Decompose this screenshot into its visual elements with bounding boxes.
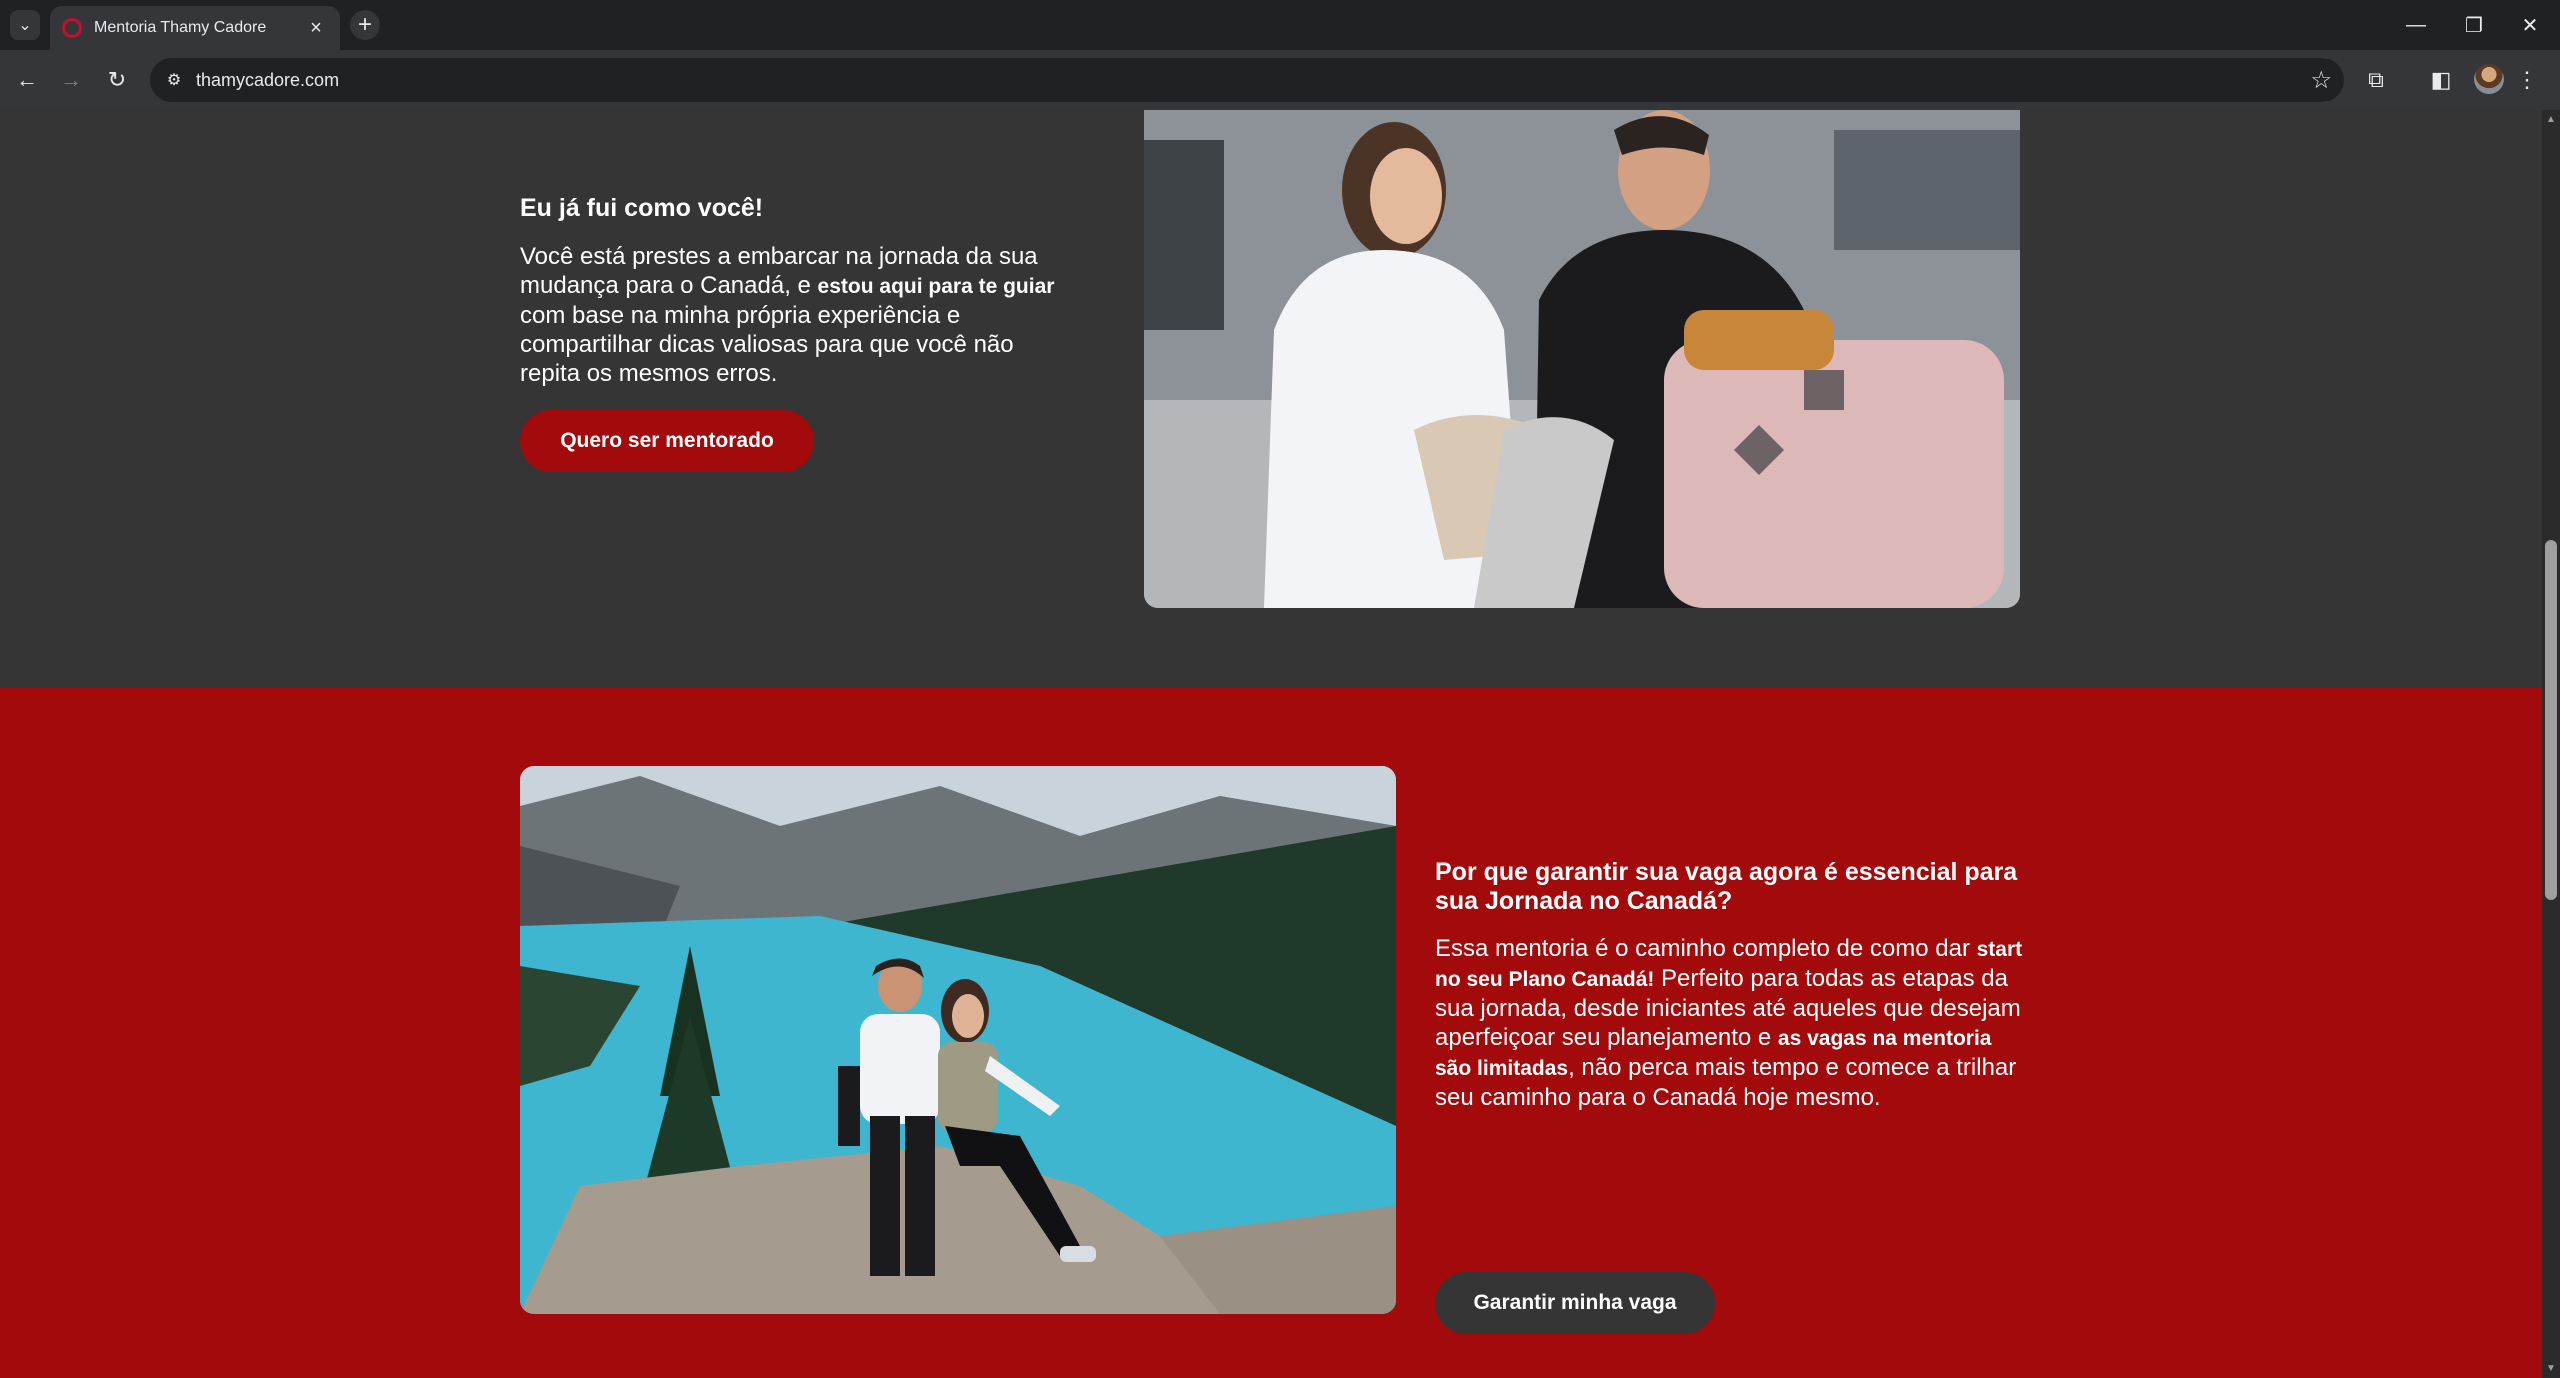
couple-airport-photo: [1144, 110, 2020, 608]
browser-toolbar: ← → ↻ ⚙ thamycadore.com ☆ ⧉ ◧ ⋮: [0, 50, 2560, 110]
new-tab-button[interactable]: +: [350, 10, 380, 40]
side-panel-icon[interactable]: ◧: [2426, 65, 2456, 95]
couple-airport-illustration: [1144, 110, 2020, 608]
address-bar[interactable]: ⚙ thamycadore.com ☆: [150, 58, 2344, 102]
why-heading: Por que garantir sua vaga agora é essenc…: [1435, 858, 2018, 915]
bookmark-star-icon[interactable]: ☆: [2310, 66, 2332, 95]
profile-avatar[interactable]: [2474, 64, 2504, 94]
close-window-button[interactable]: ✕: [2502, 0, 2558, 50]
arrow-right-icon: →: [60, 67, 82, 92]
forward-button[interactable]: →: [56, 65, 86, 95]
secure-spot-cta-button[interactable]: Garantir minha vaga: [1435, 1272, 1715, 1334]
about-text-bold: estou aqui para te guiar: [817, 275, 1055, 298]
back-button[interactable]: ←: [12, 65, 42, 95]
tab-search-button[interactable]: ⌄: [10, 10, 40, 40]
lake-couple-photo: [520, 766, 1396, 1314]
menu-kebab-icon[interactable]: ⋮: [2512, 65, 2542, 95]
extensions-icon[interactable]: ⧉: [2361, 65, 2391, 95]
about-heading: Eu já fui como você!: [520, 194, 764, 222]
about-text-part2: com base na minha própria experiência e …: [520, 302, 1014, 387]
section-about: Eu já fui como você! Você está prestes a…: [0, 110, 2542, 688]
close-icon[interactable]: ×: [304, 17, 328, 40]
favicon-icon: [62, 18, 82, 38]
mentored-cta-button[interactable]: Quero ser mentorado: [520, 410, 814, 472]
plus-icon: +: [357, 11, 372, 38]
tab-active[interactable]: Mentoria Thamy Cadore ×: [50, 6, 340, 50]
reload-icon: ↻: [107, 67, 127, 92]
tab-title: Mentoria Thamy Cadore: [94, 19, 267, 36]
why-text: Essa mentoria é o caminho completo de co…: [1435, 934, 2025, 1112]
minimize-button[interactable]: —: [2388, 0, 2444, 50]
page-scrollbar[interactable]: ▲ ▼: [2542, 110, 2560, 1378]
about-text: Você está prestes a embarcar na jornada …: [520, 242, 1080, 388]
page-viewport: Eu já fui como você! Você está prestes a…: [0, 110, 2542, 1378]
restore-button[interactable]: ❐: [2446, 0, 2502, 50]
url-text[interactable]: thamycadore.com: [196, 70, 339, 91]
scroll-down-icon[interactable]: ▼: [2546, 1363, 2556, 1374]
arrow-left-icon: ←: [16, 67, 38, 92]
scroll-up-icon[interactable]: ▲: [2546, 114, 2556, 125]
tab-strip: ⌄ Mentoria Thamy Cadore × + — ❐ ✕: [0, 0, 2560, 50]
lake-couple-illustration: [520, 766, 1396, 1314]
scrollbar-thumb[interactable]: [2545, 540, 2557, 900]
reload-button[interactable]: ↻: [102, 65, 132, 95]
why-text-part1: Essa mentoria é o caminho completo de co…: [1435, 935, 1977, 962]
chevron-down-icon: ⌄: [18, 17, 32, 34]
site-info-icon[interactable]: ⚙: [162, 68, 186, 92]
